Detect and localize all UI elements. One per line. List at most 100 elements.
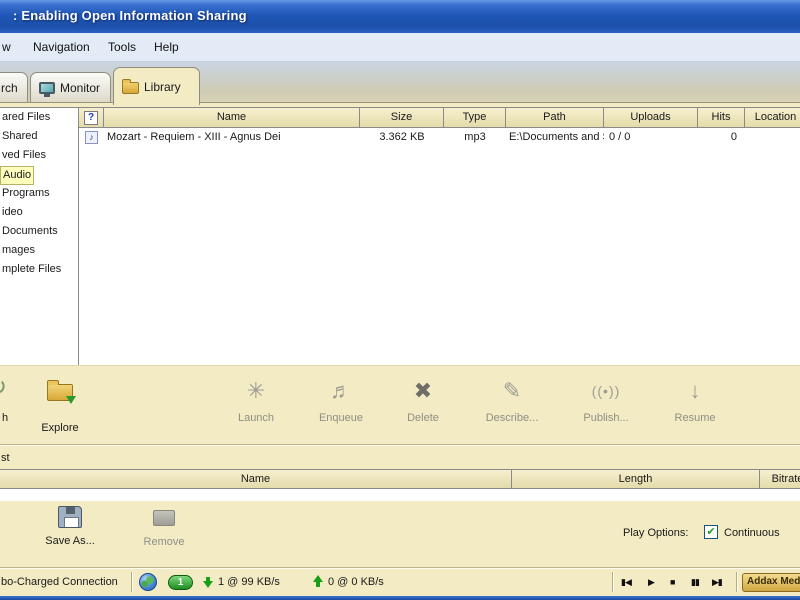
menu-item-view[interactable]: w	[2, 40, 11, 54]
publish-button[interactable]: ((•)) Publish...	[567, 374, 645, 424]
delete-icon: ✖	[413, 378, 433, 403]
window-border-bottom	[0, 596, 800, 600]
refresh-button[interactable]: h	[2, 412, 8, 424]
pause-button[interactable]: ▮▮	[691, 577, 700, 588]
application-window: : Enabling Open Information Sharing w Na…	[0, 0, 800, 600]
save-icon	[58, 506, 82, 528]
play-button[interactable]: ▶	[648, 577, 655, 588]
help-button[interactable]: ?	[84, 111, 98, 125]
library-tree: ared Files Shared ved Files Audio Progra…	[0, 107, 79, 365]
tab-monitor[interactable]: Monitor	[30, 72, 111, 102]
brand-button[interactable]: Addax Med	[742, 573, 800, 592]
tree-item-shared[interactable]: Shared	[0, 127, 78, 146]
refresh-icon: ↻	[0, 373, 7, 402]
stop-button[interactable]: ■	[670, 577, 676, 587]
status-bar: bo-Charged Connection 1 1 @ 99 KB/s 0 @ …	[0, 569, 800, 596]
tree-item-saved-files[interactable]: ved Files	[0, 146, 78, 165]
tab-monitor-label: Monitor	[60, 80, 101, 95]
remove-label: Remove	[143, 536, 185, 548]
describe-button[interactable]: ✎ Describe...	[473, 374, 551, 424]
delete-button[interactable]: ✖ Delete	[384, 374, 462, 424]
tree-item-label: Documents	[2, 225, 58, 237]
playlist-column-bitrate[interactable]: Bitrate	[760, 470, 800, 488]
file-icon-cell	[79, 128, 104, 146]
save-as-label: Save As...	[45, 535, 95, 547]
tab-search[interactable]: rch	[0, 72, 28, 102]
column-uploads[interactable]: Uploads	[604, 107, 698, 128]
menu-item-help[interactable]: Help	[154, 40, 179, 54]
launch-button[interactable]: ✳ Launch	[217, 374, 295, 424]
monitor-icon	[39, 81, 55, 97]
tree-item-audio[interactable]: Audio	[0, 165, 78, 185]
playlist-body	[0, 489, 800, 501]
library-toolbar: ↻ h Explore ✳ Launch ♬ Enqueue ✖ Delete …	[0, 365, 800, 444]
tree-item-label: ared Files	[2, 111, 51, 123]
separator	[0, 444, 800, 446]
tree-item-label: ideo	[2, 206, 23, 218]
cell-hits: 0	[730, 131, 737, 143]
previous-button[interactable]: ▮◀	[621, 577, 632, 588]
upload-rate: 0 @ 0 KB/s	[328, 576, 384, 588]
table-row[interactable]: Mozart - Requiem - XIII - Agnus Dei 3.36…	[79, 128, 800, 146]
column-path[interactable]: Path	[506, 107, 604, 128]
tab-library[interactable]: Library	[113, 67, 200, 105]
column-size[interactable]: Size	[360, 107, 444, 128]
explore-button-label: Explore	[41, 422, 79, 434]
upload-arrow-icon	[313, 575, 323, 587]
download-arrow-icon	[203, 577, 213, 588]
enqueue-button-label: Enqueue	[318, 412, 364, 424]
tab-bar: rch Monitor Library	[0, 62, 800, 105]
cell-location	[745, 128, 800, 146]
column-name[interactable]: Name	[104, 107, 360, 128]
launch-button-label: Launch	[237, 412, 275, 424]
delete-button-label: Delete	[407, 412, 439, 424]
menu-item-tools[interactable]: Tools	[108, 40, 136, 54]
library-table-header: ? Name Size Type Path Uploads Hits Locat…	[79, 107, 800, 128]
window-titlebar[interactable]: : Enabling Open Information Sharing	[0, 0, 800, 33]
menu-item-navigation[interactable]: Navigation	[33, 40, 90, 54]
separator	[612, 572, 614, 592]
separator	[131, 572, 133, 592]
column-type[interactable]: Type	[444, 107, 506, 128]
cell-uploads: 0 / 0	[609, 131, 631, 143]
tree-item-label: mages	[2, 244, 36, 256]
connection-status: bo-Charged Connection	[1, 576, 118, 588]
library-table-body: Mozart - Requiem - XIII - Agnus Dei 3.36…	[79, 128, 800, 365]
save-as-button[interactable]: Save As...	[28, 506, 112, 547]
tree-item-label: Shared	[2, 130, 38, 142]
enqueue-button[interactable]: ♬ Enqueue	[302, 374, 380, 424]
publish-icon: ((•))	[591, 383, 621, 399]
column-location[interactable]: Location	[745, 107, 800, 128]
explore-button[interactable]: Explore	[21, 374, 99, 434]
share-count-badge: 1	[168, 575, 193, 590]
describe-icon: ✎	[502, 378, 522, 403]
tree-item-incomplete-files[interactable]: mplete Files	[0, 260, 78, 279]
tree-item-documents[interactable]: Documents	[0, 222, 78, 241]
resume-button[interactable]: ↓ Resume	[656, 374, 734, 424]
tree-item-programs[interactable]: Programs	[0, 184, 78, 203]
continuous-label: Continuous	[724, 527, 780, 539]
launch-icon: ✳	[246, 378, 266, 403]
cell-name: Mozart - Requiem - XIII - Agnus Dei	[107, 131, 281, 143]
remove-icon	[153, 510, 175, 526]
download-rate: 1 @ 99 KB/s	[218, 576, 280, 588]
menu-bar: w Navigation Tools Help	[0, 33, 800, 62]
playlist-header: Name Length Bitrate	[0, 469, 800, 489]
continuous-checkbox[interactable]: ✔	[704, 525, 718, 539]
cell-type: mp3	[464, 131, 486, 143]
tree-item-images[interactable]: mages	[0, 241, 78, 260]
playlist-column-name[interactable]: Name	[0, 470, 512, 488]
tree-item-label: mplete Files	[2, 263, 62, 275]
tree-item-label: Audio	[0, 166, 35, 185]
resume-button-label: Resume	[674, 412, 716, 424]
playlist-label: st	[1, 452, 10, 464]
next-button[interactable]: ▶▮	[712, 577, 723, 588]
playlist-column-length[interactable]: Length	[512, 470, 760, 488]
separator	[736, 572, 738, 592]
tree-item-shared-files[interactable]: ared Files	[0, 108, 78, 127]
tree-item-video[interactable]: ideo	[0, 203, 78, 222]
tab-library-label: Library	[144, 79, 181, 94]
globe-icon	[139, 573, 157, 591]
column-hits[interactable]: Hits	[698, 107, 745, 128]
remove-button[interactable]: Remove	[124, 508, 204, 548]
